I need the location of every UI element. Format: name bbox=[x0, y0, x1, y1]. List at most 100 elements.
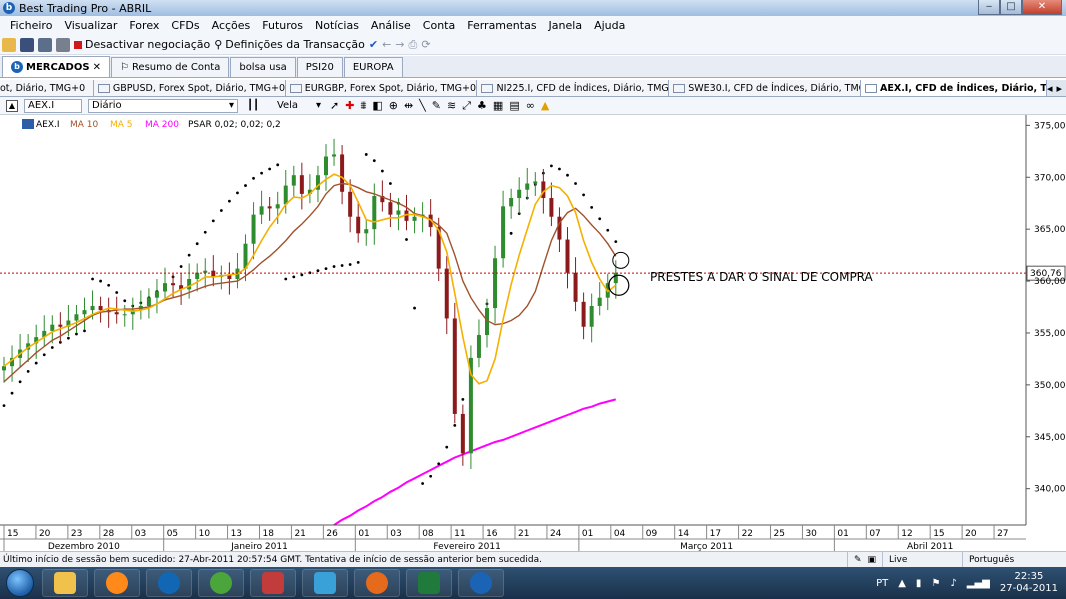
expand-tool-icon[interactable]: ⤢ bbox=[462, 99, 471, 113]
tab-resumo-de-conta[interactable]: ⚐ Resumo de Conta bbox=[110, 57, 230, 77]
taskbar-media-player[interactable] bbox=[94, 569, 140, 597]
taskbar-utorrent[interactable] bbox=[198, 569, 244, 597]
menu-ferramentas[interactable]: Ferramentas bbox=[461, 19, 542, 32]
signal-icon[interactable]: ▂▄▆ bbox=[967, 578, 990, 589]
chart-type-select[interactable]: ┃┃ Vela ▾ bbox=[244, 99, 324, 113]
menu-cfds[interactable]: CFDs bbox=[165, 19, 205, 32]
x-tick-label: 15 bbox=[7, 529, 18, 539]
cursor-tool-icon[interactable]: ➚ bbox=[330, 99, 339, 112]
zoom-icon[interactable]: ⊕ bbox=[389, 99, 398, 112]
collapse-icon[interactable]: ▲ bbox=[6, 99, 18, 112]
volume-icon[interactable]: ♪ bbox=[950, 578, 956, 589]
taskbar-explorer[interactable] bbox=[42, 569, 88, 597]
scroll-right-icon[interactable]: ▸ bbox=[1056, 82, 1062, 95]
show-hidden-icon[interactable]: ▲ bbox=[898, 578, 906, 589]
legend-ma10[interactable]: MA 10 bbox=[70, 120, 99, 130]
save-icon[interactable] bbox=[20, 37, 34, 52]
close-button[interactable]: ✕ bbox=[1022, 0, 1062, 15]
pencil-tool-icon[interactable]: ✎ bbox=[432, 99, 441, 112]
candle-body bbox=[146, 297, 151, 306]
chart-tab-ni225[interactable]: NI225.I, CFD de Índices, Diário, TMG+0 bbox=[477, 80, 670, 96]
chart-icon bbox=[289, 83, 302, 93]
tab-bolsa-usa[interactable]: bolsa usa bbox=[230, 57, 296, 77]
menu-janela[interactable]: Janela bbox=[543, 19, 589, 32]
legend-psar[interactable]: PSAR 0,02; 0,02; 0,2 bbox=[188, 120, 281, 130]
scroll-left-icon[interactable]: ◂ bbox=[1047, 82, 1053, 95]
psar-dot bbox=[509, 231, 513, 235]
taskbar-app5[interactable] bbox=[250, 569, 296, 597]
transaction-settings-label: Definições da Transacção bbox=[225, 38, 365, 51]
scale-icon[interactable]: ⇹ bbox=[404, 99, 413, 112]
close-tab-icon[interactable]: ✕ bbox=[93, 62, 101, 73]
psar-dot bbox=[91, 277, 94, 281]
menu-forex[interactable]: Forex bbox=[123, 19, 165, 32]
network-tray-icon[interactable]: ▮ bbox=[916, 578, 922, 589]
status-tools: ✎ ▣ bbox=[846, 552, 882, 567]
period-select[interactable]: Diário ▾ bbox=[88, 98, 238, 113]
taskbar-app6[interactable] bbox=[302, 569, 348, 597]
menu-visualizar[interactable]: Visualizar bbox=[58, 19, 123, 32]
indicators-icon[interactable]: ⩩ bbox=[360, 99, 366, 113]
legend-symbol[interactable]: AEX.I bbox=[36, 120, 60, 130]
chart-tab-aex[interactable]: AEX.I, CFD de Índices, Diário, TMG+0✕ bbox=[861, 80, 1047, 96]
minimize-button[interactable]: ‒ bbox=[978, 0, 1000, 15]
x-tick-label: 27 bbox=[997, 529, 1008, 539]
y-tick-label: 360,00 bbox=[1034, 277, 1066, 287]
chart-area[interactable]: 360,76 PRESTES A DAR O SINAL DE COMPRA 37… bbox=[0, 115, 1066, 552]
image-icon[interactable]: ▤ bbox=[509, 99, 519, 112]
tab-europa[interactable]: EUROPA bbox=[343, 57, 403, 77]
chart-tab-gbpusd[interactable]: GBPUSD, Forex Spot, Diário, TMG+0 bbox=[93, 80, 286, 96]
x-tick-label: 11 bbox=[454, 529, 465, 539]
taskbar-best-trading[interactable] bbox=[458, 569, 504, 597]
pen-icon[interactable]: ✎ bbox=[854, 555, 862, 565]
back-icon[interactable]: ← bbox=[382, 38, 391, 51]
symbol-icon bbox=[22, 119, 34, 129]
price-chart[interactable]: 360,76PRESTES A DAR O SINAL DE COMPRA 37… bbox=[0, 115, 1066, 552]
menu-ajuda[interactable]: Ajuda bbox=[588, 19, 631, 32]
print-icon[interactable] bbox=[56, 37, 70, 52]
chart-tab-0[interactable]: ot, Diário, TMG+0 bbox=[0, 80, 94, 96]
menu-futuros[interactable]: Futuros bbox=[256, 19, 309, 32]
menu-analise[interactable]: Análise bbox=[365, 19, 417, 32]
annotation-circle-psar bbox=[612, 251, 630, 269]
media-player-icon bbox=[106, 572, 128, 594]
flag-icon[interactable]: ⚑ bbox=[931, 578, 940, 589]
alert-icon[interactable]: ▲ bbox=[541, 99, 549, 112]
line-tool-icon[interactable]: ╲ bbox=[419, 99, 426, 112]
deactivate-trading-button[interactable]: Desactivar negociação bbox=[74, 38, 210, 51]
menu-ficheiro[interactable]: Ficheiro bbox=[4, 19, 58, 32]
clock[interactable]: 22:35 27-04-2011 bbox=[1000, 571, 1058, 595]
taskbar-excel[interactable] bbox=[406, 569, 452, 597]
transaction-settings-button[interactable]: ⚲ Definições da Transacção bbox=[214, 38, 365, 51]
menu-conta[interactable]: Conta bbox=[417, 19, 461, 32]
tab-psi20[interactable]: PSI20 bbox=[296, 57, 343, 77]
lock-icon[interactable]: ▣ bbox=[867, 555, 876, 565]
template-icon[interactable]: ▦ bbox=[493, 99, 503, 112]
language-indicator[interactable]: PT bbox=[876, 578, 888, 589]
tab-mercados[interactable]: b MERCADOS ✕ bbox=[2, 56, 110, 77]
fibonacci-tool-icon[interactable]: ≋ bbox=[447, 99, 456, 112]
symbol-select[interactable]: AEX.I bbox=[24, 98, 82, 113]
menu-noticias[interactable]: Notícias bbox=[309, 19, 365, 32]
chart-tab-swe30[interactable]: SWE30.I, CFD de Índices, Diário, TMG+0 bbox=[669, 80, 862, 96]
forward-icon[interactable]: → bbox=[395, 38, 404, 51]
crosshair-tool-icon[interactable]: ✚ bbox=[345, 99, 354, 112]
pattern-tool-icon[interactable]: ♣ bbox=[477, 99, 487, 112]
save-all-icon[interactable] bbox=[38, 37, 52, 52]
start-button[interactable] bbox=[6, 569, 34, 597]
new-window-icon[interactable]: ◧ bbox=[372, 99, 382, 112]
taskbar-firefox[interactable] bbox=[354, 569, 400, 597]
chart-tab-eurgbp[interactable]: EURGBP, Forex Spot, Diário, TMG+0 bbox=[285, 80, 478, 96]
legend-ma5[interactable]: MA 5 bbox=[110, 120, 133, 130]
check-icon[interactable]: ✔ bbox=[369, 38, 378, 51]
open-folder-icon[interactable] bbox=[2, 37, 16, 52]
glasses-icon[interactable]: ∞ bbox=[526, 99, 535, 112]
menu-accoes[interactable]: Acções bbox=[206, 19, 257, 32]
status-language: Português bbox=[962, 552, 1066, 567]
taskbar-hp[interactable] bbox=[146, 569, 192, 597]
refresh-icon[interactable]: ⟳ bbox=[421, 38, 430, 51]
maximize-button[interactable]: □ bbox=[1000, 0, 1022, 15]
legend-ma200[interactable]: MA 200 bbox=[145, 120, 179, 130]
print-preview-icon[interactable]: ⎙ bbox=[409, 38, 418, 52]
psar-dot bbox=[284, 277, 288, 281]
